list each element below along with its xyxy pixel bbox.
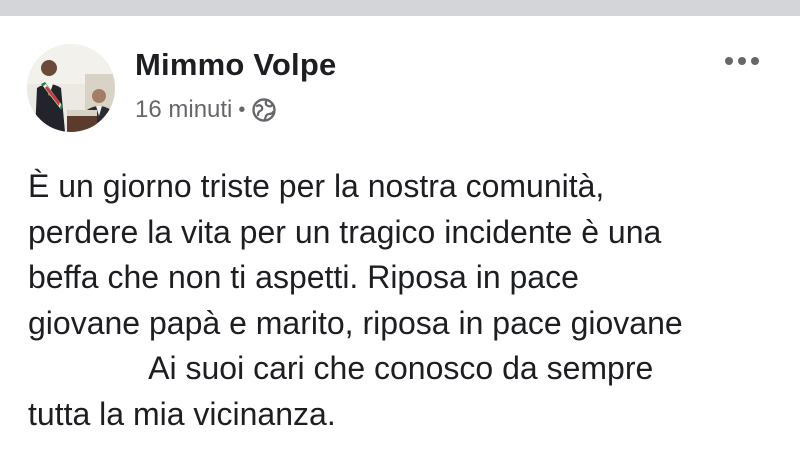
post-text-line: perdere la vita per un tragico incidente… [28,213,662,250]
top-divider [0,0,800,16]
meta-separator: • [238,98,246,121]
post-text: È un giorno triste per la nostra comunit… [28,164,778,437]
author-name[interactable]: Mimmo Volpe [135,47,336,83]
redacted-name [28,355,141,386]
more-options-icon[interactable] [722,52,762,70]
post-text-line: tutta la mia vicinanza. [28,395,336,432]
globe-icon[interactable] [251,97,277,123]
post-text-line: È un giorno triste per la nostra comunit… [28,168,605,204]
post-text-line-with-redaction: Ai suoi cari che conosco da sempre [28,346,778,392]
author-avatar[interactable] [27,44,115,132]
post-timestamp[interactable]: 16 minuti [135,96,232,124]
post-meta: 16 minuti • [135,96,277,124]
post-text-line: giovane papà e marito, riposa in pace gi… [28,304,683,341]
post-text-line-segment: Ai suoi cari che conosco da sempre [148,350,654,386]
avatar-photo [27,44,115,132]
facebook-post: Mimmo Volpe 16 minuti • È un giorno tris… [0,16,800,452]
post-text-line: beffa che non ti aspetti. Riposa in pace [28,259,579,295]
